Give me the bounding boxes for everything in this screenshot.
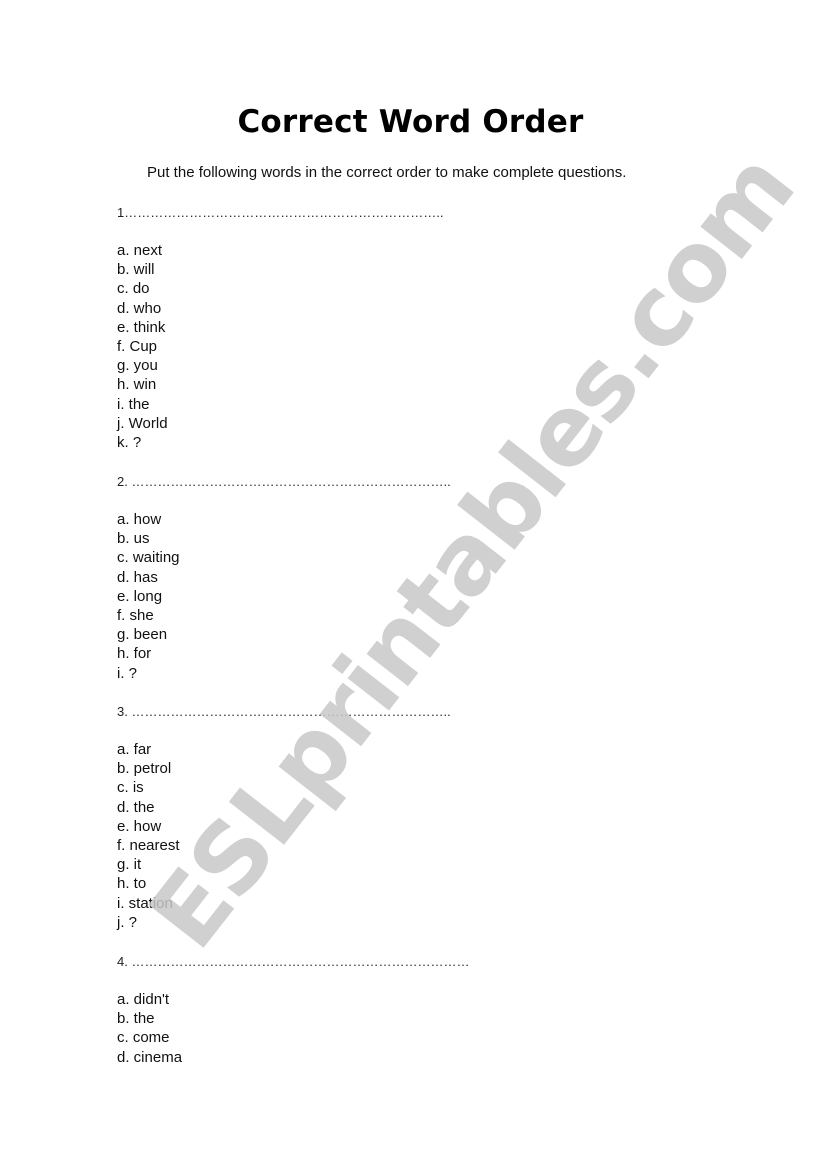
list-item: f. Cup [117, 337, 158, 355]
list-item: a. how [117, 511, 162, 528]
question-2: 2. ……………………………………………………………….. a. how b. … [117, 472, 451, 683]
list-item: f. she [117, 606, 154, 624]
list-item: h. for [117, 645, 152, 663]
list-item: a. didn't [117, 991, 170, 1008]
list-item: h. win [117, 376, 157, 394]
list-item: g. been [117, 626, 168, 644]
question-4: 4. …………………………………………………………………… a. didn't … [117, 952, 469, 1067]
list-item: f. nearest [117, 836, 180, 854]
answer-line[interactable]: 4. …………………………………………………………………… [117, 952, 469, 971]
list-item: i. ? [117, 664, 138, 682]
answer-line[interactable]: 1……………………………………………………………….. [117, 203, 443, 222]
word-list: a. didn't b. the c. come d. cinema [117, 990, 469, 1067]
answer-line[interactable]: 2. ……………………………………………………………….. [117, 472, 451, 491]
word-list: a. next b. will c. do d. who e. think f.… [117, 241, 443, 452]
question-1: 1……………………………………………………………….. a. next b. w… [117, 203, 443, 452]
list-item: c. waiting [117, 549, 180, 567]
list-item: d. who [117, 299, 162, 317]
list-item: g. you [117, 357, 158, 375]
list-item: a. far [117, 741, 152, 758]
list-item: e. long [117, 587, 163, 605]
list-item: i. the [117, 395, 150, 413]
word-list: a. far b. petrol c. is d. the e. how f. … [117, 740, 451, 932]
instructions: Put the following words in the correct o… [147, 164, 627, 181]
list-item: j. ? [117, 913, 138, 931]
list-item: k. ? [117, 433, 142, 451]
list-item: a. next [117, 242, 163, 259]
list-item: e. think [117, 318, 166, 336]
question-3: 3. ……………………………………………………………….. a. far b. … [117, 702, 451, 932]
list-item: d. the [117, 798, 155, 816]
list-item: c. come [117, 1029, 170, 1047]
list-item: b. petrol [117, 760, 172, 778]
answer-line[interactable]: 3. ……………………………………………………………….. [117, 702, 451, 721]
list-item: j. World [117, 414, 168, 432]
list-item: i. station [117, 894, 173, 912]
list-item: d. cinema [117, 1048, 183, 1066]
list-item: h. to [117, 875, 147, 893]
list-item: d. has [117, 568, 158, 586]
list-item: b. the [117, 1010, 155, 1028]
worksheet-title: Correct Word Order [237, 104, 584, 140]
list-item: b. us [117, 530, 150, 548]
list-item: c. do [117, 280, 150, 298]
list-item: b. will [117, 261, 155, 279]
worksheet-page: Correct Word Order Put the following wor… [0, 0, 821, 1169]
list-item: e. how [117, 817, 162, 835]
list-item: c. is [117, 779, 144, 797]
list-item: g. it [117, 856, 142, 874]
word-list: a. how b. us c. waiting d. has e. long f… [117, 510, 451, 683]
